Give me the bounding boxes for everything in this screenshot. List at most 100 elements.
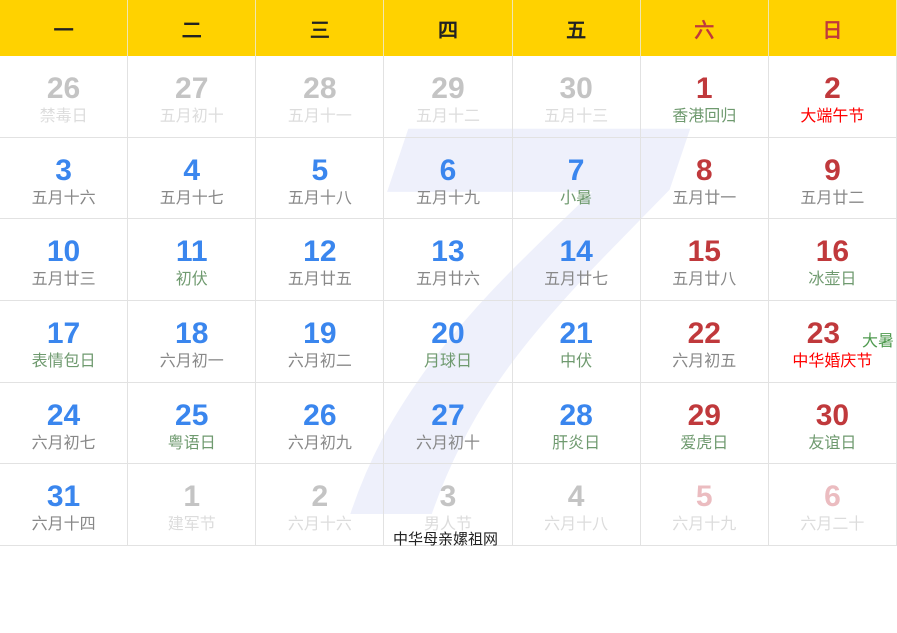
day-cell[interactable]: 8 五月廿一: [640, 137, 769, 220]
day-cell[interactable]: 2 六月十六: [256, 464, 385, 546]
festival-label: 初伏: [175, 269, 208, 289]
day-number: 6: [439, 153, 457, 187]
day-number: 18: [175, 316, 209, 350]
weekday-2: 二: [128, 0, 257, 56]
day-number: 4: [567, 480, 585, 514]
day-cell[interactable]: 27 六月初十: [384, 382, 513, 465]
day-cell[interactable]: 14 五月廿七: [512, 219, 641, 301]
day-cell[interactable]: 28 肝炎日: [512, 382, 641, 465]
lunar-date: 五月廿五: [287, 269, 352, 289]
day-number: 29: [431, 72, 465, 105]
day-number: 12: [303, 235, 337, 269]
day-cell[interactable]: 12 五月廿五: [256, 219, 385, 301]
day-cell[interactable]: 10 五月廿三: [0, 219, 129, 301]
day-cell[interactable]: 5 六月十九: [640, 464, 769, 546]
day-cell[interactable]: 1 建军节: [128, 464, 257, 546]
solar-term-label: 大暑: [861, 330, 894, 350]
day-number: 28: [559, 398, 593, 432]
day-cell[interactable]: 25 粤语日: [128, 382, 257, 465]
lunar-date: 禁毒日: [39, 106, 88, 125]
day-number: 26: [46, 72, 81, 105]
day-number: 1: [695, 72, 713, 105]
day-cell[interactable]: 18 六月初一: [128, 300, 257, 383]
day-number: 2: [824, 72, 841, 105]
day-number: 31: [46, 480, 81, 514]
day-cell[interactable]: 6 五月十九: [384, 137, 513, 220]
day-cell[interactable]: 20 月球日: [384, 300, 513, 383]
day-number: 20: [431, 316, 465, 350]
day-number: 21: [559, 316, 593, 350]
day-cell[interactable]: 29 五月十二: [384, 56, 513, 138]
weekday-3: 三: [256, 0, 385, 56]
festival-label: 中华婚庆节: [792, 350, 873, 370]
day-cell[interactable]: 26 禁毒日: [0, 56, 129, 138]
day-cell[interactable]: 28 五月十一: [256, 56, 385, 138]
lunar-date: 五月初十: [159, 106, 224, 125]
day-number: 25: [175, 398, 209, 432]
lunar-date: 五月十九: [415, 187, 480, 207]
day-cell[interactable]: 5 五月十八: [256, 137, 385, 220]
day-cell[interactable]: 23 大暑 中华婚庆节: [768, 300, 897, 383]
day-number: 24: [46, 398, 81, 432]
day-cell[interactable]: 30 友谊日: [768, 382, 897, 465]
day-cell[interactable]: 13 五月廿六: [384, 219, 513, 301]
festival-label: 爱虎日: [680, 432, 729, 452]
day-number: 7: [567, 153, 585, 187]
festival-label: 冰壶日: [808, 269, 857, 289]
calendar-grid: 26 禁毒日 27 五月初十 28 五月十一 29 五月十二 30 五月十三 1 香港回归 2 大端午节 3…: [0, 56, 897, 546]
day-cell[interactable]: 29 爱虎日: [640, 382, 769, 465]
day-cell[interactable]: 21 中伏: [512, 300, 641, 383]
festival-label: 小暑: [560, 187, 593, 207]
day-cell[interactable]: 30 五月十三: [512, 56, 641, 138]
lunar-date: 五月廿一: [672, 187, 737, 207]
day-cell[interactable]: 27 五月初十: [128, 56, 257, 138]
day-cell[interactable]: 6 六月二十: [768, 464, 897, 546]
day-cell[interactable]: 3 五月十六: [0, 137, 129, 220]
weekday-4: 四: [384, 0, 513, 56]
weekday-5: 五: [513, 0, 641, 56]
day-cell[interactable]: 24 六月初七: [0, 382, 129, 465]
day-cell[interactable]: 9 五月廿二: [768, 137, 897, 220]
day-cell[interactable]: 19 六月初二: [256, 300, 385, 383]
festival-label: 粤语日: [167, 432, 216, 452]
day-cell[interactable]: 16 冰壶日: [768, 219, 897, 301]
day-cell[interactable]: 22 六月初五: [640, 300, 769, 383]
lunar-date: 六月初十: [415, 432, 480, 452]
festival-label: 肝炎日: [552, 432, 601, 452]
lunar-date: 六月十八: [544, 514, 609, 534]
lunar-date: 五月廿七: [544, 269, 609, 289]
day-cell[interactable]: 1 香港回归: [640, 56, 769, 138]
lunar-date: 六月十四: [31, 514, 96, 534]
day-number: 3: [55, 153, 72, 187]
day-cell[interactable]: 15 五月廿八: [640, 219, 769, 301]
day-number: 3: [439, 480, 457, 514]
day-cell[interactable]: 17 表情包日: [0, 300, 129, 383]
festival-label: 香港回归: [672, 106, 737, 125]
lunar-date: 五月十七: [159, 187, 224, 207]
lunar-date: 六月初二: [287, 350, 352, 370]
day-cell[interactable]: 2 大端午节: [768, 56, 897, 138]
day-cell[interactable]: 7 小暑: [512, 137, 641, 220]
day-number: 13: [431, 235, 465, 269]
day-number: 15: [687, 235, 721, 269]
day-cell[interactable]: 31 六月十四: [0, 464, 129, 546]
lunar-date: 六月初一: [159, 350, 224, 370]
festival-label: 表情包日: [31, 350, 96, 370]
day-cell[interactable]: 4 五月十七: [128, 137, 257, 220]
day-cell[interactable]: 26 六月初九: [256, 382, 385, 465]
day-cell[interactable]: 4 六月十八: [512, 464, 641, 546]
festival-label: 中伏: [560, 350, 593, 370]
lunar-date: 五月廿三: [31, 269, 96, 289]
lunar-date: 五月廿二: [800, 187, 865, 207]
day-cell[interactable]: 11 初伏: [128, 219, 257, 301]
day-number: 26: [303, 398, 337, 432]
day-number: 22: [687, 316, 721, 350]
lunar-date: 五月十六: [31, 187, 96, 207]
day-number: 17: [46, 316, 81, 350]
weekday-7: 日: [769, 0, 897, 56]
day-number: 14: [559, 235, 593, 269]
day-number: 10: [46, 235, 81, 269]
day-number: 16: [815, 235, 850, 269]
day-number: 5: [695, 480, 713, 514]
lunar-date: 六月二十: [800, 514, 865, 534]
